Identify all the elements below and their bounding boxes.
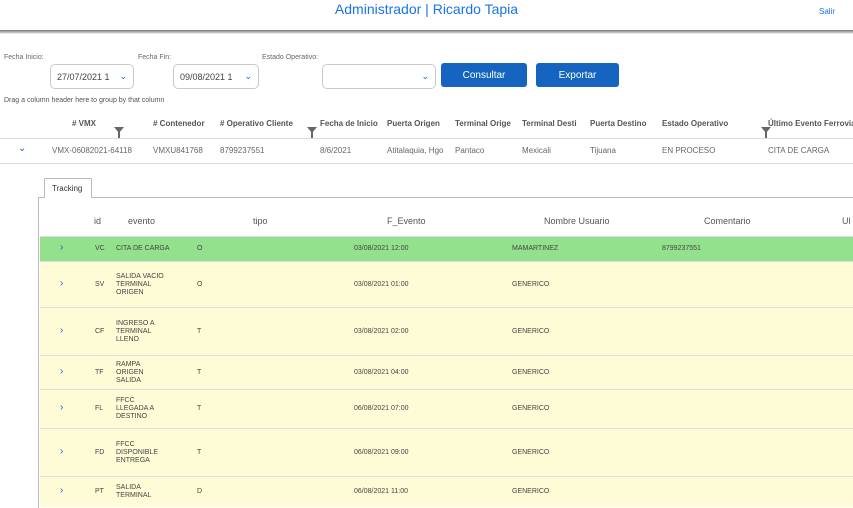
cell-usuario: GENERICO xyxy=(512,488,550,495)
filter-icon[interactable] xyxy=(307,127,318,138)
tracking-row[interactable]: › VC CITA DE CARGA O 03/08/2021 12:00 MAMARTI… xyxy=(40,236,853,261)
col-header-estado-operativo[interactable]: Estado Operativo xyxy=(662,119,728,128)
col-header-vmx[interactable]: # VMX xyxy=(72,119,96,128)
cell-tipo: T xyxy=(197,327,202,335)
group-by-hint: Drag a column header here to group by th… xyxy=(4,97,165,104)
cell-id: FL xyxy=(95,405,104,412)
chevron-right-icon[interactable]: › xyxy=(60,366,63,377)
tracking-row[interactable]: › FD FFCC DISPONIBLE ENTREGA T 06/08/2021 09… xyxy=(40,428,853,476)
cell-id: VC xyxy=(95,245,105,252)
cell-evento: RAMPA ORIGEN SALIDA xyxy=(116,360,144,384)
cell-id: SV xyxy=(95,280,105,288)
collapse-icon[interactable]: ⌄ xyxy=(18,143,26,154)
chevron-down-icon: ⌄ xyxy=(421,71,429,81)
export-button[interactable]: Exportar xyxy=(536,63,619,87)
cell-evento: CITA DE CARGA xyxy=(116,245,170,252)
cell-fecha: 8/6/2021 xyxy=(320,146,352,155)
cell-usuario: GENERICO xyxy=(512,327,550,335)
cell-tipo: T xyxy=(197,368,202,376)
tracking-row[interactable]: › SV SALIDA VACIO TERMINAL ORIGEN O 03/08/20… xyxy=(40,261,853,307)
cell-usuario: GENERICO xyxy=(512,280,550,288)
col-header-terminal-destino[interactable]: Terminal Desti xyxy=(522,119,577,128)
cell-usuario: MAMARTINEZ xyxy=(512,245,559,252)
logout-link[interactable]: Salir xyxy=(819,7,835,16)
end-date-picker[interactable]: 09/08/2021 1 ⌄ xyxy=(173,64,259,89)
cell-evento: FFCC LLEGADA A DESTINO xyxy=(116,397,154,420)
cell-fecha: 03/08/2021 01:00 xyxy=(354,280,409,288)
end-date-label: Fecha Fin: xyxy=(138,54,172,61)
cell-evento: INGRESO A TERMINAL LLENO xyxy=(116,319,155,343)
cell-vmx: VMX-06082021-64118 xyxy=(52,146,132,155)
tracking-col-fecha[interactable]: F_Evento xyxy=(387,216,426,226)
chevron-right-icon[interactable]: › xyxy=(60,242,63,253)
tracking-col-ultimo[interactable]: Ul xyxy=(842,216,851,226)
cell-fecha: 03/08/2021 02:00 xyxy=(354,327,409,335)
cell-puerta-origen: Atitalaquia, Hgo xyxy=(387,146,444,155)
cell-puerta-destino: Tijuana xyxy=(590,146,616,155)
col-header-contenedor[interactable]: # Contenedor xyxy=(153,119,205,128)
cell-usuario: GENERICO xyxy=(512,448,550,456)
end-date-value: 09/08/2021 1 xyxy=(180,71,233,82)
chevron-down-icon: ⌄ xyxy=(244,71,252,81)
tracking-col-evento[interactable]: evento xyxy=(128,216,155,226)
cell-usuario: GENERICO xyxy=(512,368,550,376)
cell-tipo: T xyxy=(197,405,202,412)
cell-tipo: D xyxy=(197,488,203,495)
cell-operativo: 8799237551 xyxy=(220,146,265,155)
tracking-col-comentario[interactable]: Comentario xyxy=(704,216,751,226)
filter-icon[interactable] xyxy=(114,127,124,138)
cell-terminal-destino: Mexicali xyxy=(522,146,551,155)
consult-button[interactable]: Consultar xyxy=(441,63,527,87)
cell-usuario: GENERICO xyxy=(512,405,550,412)
tracking-col-tipo[interactable]: tipo xyxy=(253,216,268,226)
cell-evento: SALIDA VACIO TERMINAL ORIGEN xyxy=(116,272,164,296)
cell-fecha: 03/08/2021 04:00 xyxy=(354,368,409,376)
tracking-row[interactable]: › PT SALIDA TERMINAL D 06/08/2021 11:00 GENER… xyxy=(40,476,853,507)
start-date-value: 27/07/2021 1 xyxy=(57,71,110,82)
cell-id: CF xyxy=(95,327,105,335)
cell-contenedor: VMXU841768 xyxy=(153,146,203,155)
tracking-row[interactable]: › CF INGRESO A TERMINAL LLENO T 03/08/2021 0… xyxy=(40,307,853,355)
col-header-terminal-origen[interactable]: Terminal Orige xyxy=(455,119,511,128)
cell-id: FD xyxy=(95,448,105,456)
page-title: Administrador | Ricardo Tapia xyxy=(334,1,519,17)
state-select[interactable]: ⌄ xyxy=(322,64,436,89)
tracking-row[interactable]: › TF RAMPA ORIGEN SALIDA T 03/08/2021 04:00 G… xyxy=(40,355,853,389)
tracking-col-usuario[interactable]: Nombre Usuario xyxy=(544,216,610,226)
cell-comentario: 8799237551 xyxy=(662,245,701,252)
chevron-right-icon[interactable]: › xyxy=(60,485,63,496)
tab-tracking[interactable]: Tracking xyxy=(44,178,92,198)
start-date-picker[interactable]: 27/07/2021 1 ⌄ xyxy=(50,64,134,89)
cell-evento: SALIDA TERMINAL xyxy=(116,484,152,499)
start-date-label: Fecha Inicio: xyxy=(4,54,44,61)
state-label: Estado Operativo: xyxy=(262,54,319,61)
header-divider xyxy=(0,30,853,34)
cell-ultimo-evento: CITA DE CARGA xyxy=(768,146,830,155)
col-header-fecha-inicio[interactable]: Fecha de Inicio xyxy=(320,119,378,128)
chevron-right-icon[interactable]: › xyxy=(60,402,63,413)
chevron-down-icon: ⌄ xyxy=(119,71,127,81)
chevron-right-icon[interactable]: › xyxy=(60,278,63,289)
chevron-right-icon[interactable]: › xyxy=(60,446,63,457)
cell-tipo: O xyxy=(197,280,203,288)
cell-fecha: 03/08/2021 12:00 xyxy=(354,245,409,252)
cell-estado: EN PROCESO xyxy=(662,146,716,155)
cell-evento: FFCC DISPONIBLE ENTREGA xyxy=(116,440,159,464)
cell-fecha: 06/08/2021 11:00 xyxy=(354,488,408,495)
tracking-col-id[interactable]: id xyxy=(94,216,101,226)
cell-fecha: 06/08/2021 09:00 xyxy=(354,448,409,456)
cell-tipo: O xyxy=(197,245,203,252)
cell-id: PT xyxy=(95,488,104,495)
cell-fecha: 06/08/2021 07:00 xyxy=(354,405,409,412)
col-header-ultimo-evento[interactable]: Último Evento Ferrovia xyxy=(768,119,853,128)
cell-id: TF xyxy=(95,368,104,376)
tracking-row[interactable]: › FL FFCC LLEGADA A DESTINO T 06/08/2021 07:… xyxy=(40,389,853,428)
col-header-operativo-cliente[interactable]: # Operativo Cliente xyxy=(220,119,293,128)
cell-tipo: T xyxy=(197,448,202,456)
chevron-right-icon[interactable]: › xyxy=(60,325,63,336)
cell-terminal-origen: Pantaco xyxy=(455,146,485,155)
col-header-puerta-origen[interactable]: Puerta Origen xyxy=(387,119,440,128)
col-header-puerta-destino[interactable]: Puerta Destino xyxy=(590,119,646,128)
